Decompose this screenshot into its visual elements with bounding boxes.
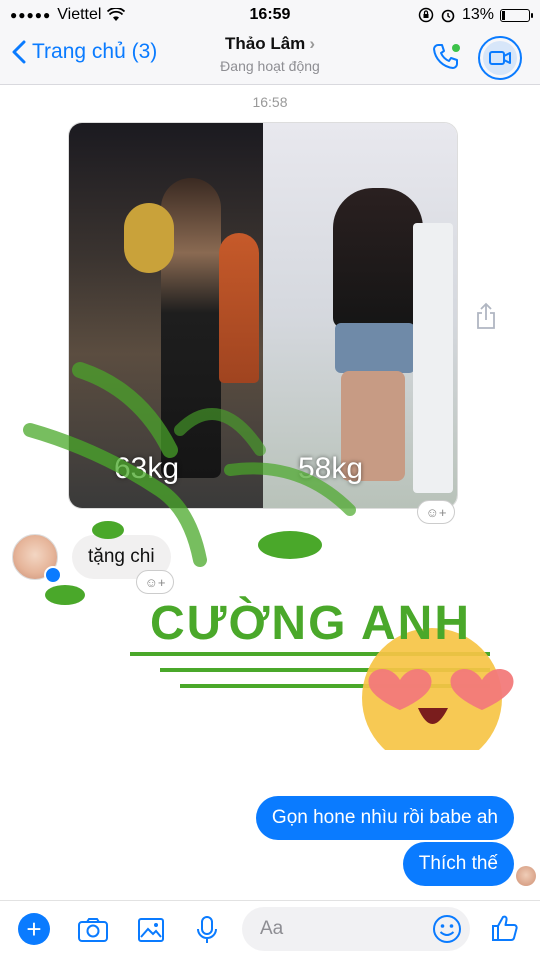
smiley-plus-icon: ☺+ bbox=[144, 574, 166, 590]
voice-button[interactable] bbox=[190, 913, 224, 947]
smiley-plus-icon: ☺+ bbox=[425, 504, 447, 520]
emoji-icon[interactable] bbox=[432, 914, 462, 944]
photo-reaction-button[interactable]: ☺+ bbox=[417, 500, 455, 524]
wifi-icon bbox=[107, 8, 126, 21]
battery-percent: 13% bbox=[461, 6, 494, 23]
status-bar: ●●●●● Viettel 16:59 13% bbox=[0, 0, 540, 30]
add-button[interactable]: + bbox=[18, 913, 50, 945]
voice-call-button[interactable] bbox=[430, 41, 462, 73]
chevron-right-icon: › bbox=[309, 34, 315, 53]
like-button[interactable] bbox=[488, 911, 522, 945]
photo-message[interactable]: 63kg 58kg bbox=[68, 122, 458, 509]
image-icon bbox=[138, 918, 164, 942]
signal-icon: ●●●●● bbox=[10, 8, 52, 22]
outgoing-message[interactable]: Thích thế bbox=[402, 842, 514, 886]
plus-icon: + bbox=[26, 914, 42, 944]
messenger-badge-icon bbox=[44, 566, 62, 584]
conversation-header: Trang chủ (3) Thảo Lâm › Đang hoạt động bbox=[0, 30, 540, 85]
camera-button[interactable] bbox=[76, 913, 110, 947]
message-reaction-button[interactable]: ☺+ bbox=[136, 570, 174, 594]
outgoing-message-text: Gọn hone nhìu rồi babe ah bbox=[271, 807, 498, 828]
after-photo: 58kg bbox=[263, 123, 457, 508]
contact-name: Thảo Lâm bbox=[225, 34, 306, 53]
watermark-text: CƯỜNG ANH bbox=[150, 597, 471, 650]
message-composer: + Aa bbox=[0, 900, 540, 960]
message-input-placeholder: Aa bbox=[260, 918, 284, 939]
battery-icon bbox=[500, 8, 533, 22]
incoming-message-text: tặng chi bbox=[88, 546, 155, 567]
thumbs-up-icon bbox=[492, 915, 518, 941]
microphone-icon bbox=[197, 916, 217, 943]
share-button[interactable] bbox=[476, 302, 496, 335]
phone-icon bbox=[433, 44, 460, 69]
camera-icon bbox=[78, 918, 108, 942]
before-weight-label: 63kg bbox=[114, 452, 180, 485]
share-icon bbox=[477, 302, 495, 329]
message-input[interactable]: Aa bbox=[242, 907, 470, 951]
outgoing-message[interactable]: Gọn hone nhìu rồi babe ah bbox=[255, 796, 514, 840]
message-timestamp: 16:58 bbox=[252, 94, 288, 110]
before-photo: 63kg bbox=[69, 123, 263, 508]
rotation-lock-icon bbox=[418, 7, 434, 23]
messenger-conversation: ●●●●● Viettel 16:59 13% Trang chủ (3) Th… bbox=[0, 0, 540, 960]
read-receipt-avatar bbox=[516, 866, 536, 886]
gallery-button[interactable] bbox=[134, 913, 168, 947]
outgoing-message-text: Thích thế bbox=[418, 853, 498, 874]
after-weight-label: 58kg bbox=[298, 452, 364, 485]
video-call-button[interactable] bbox=[478, 36, 522, 80]
video-camera-icon bbox=[489, 51, 511, 65]
carrier-name: Viettel bbox=[57, 6, 102, 23]
alarm-icon bbox=[441, 9, 455, 23]
